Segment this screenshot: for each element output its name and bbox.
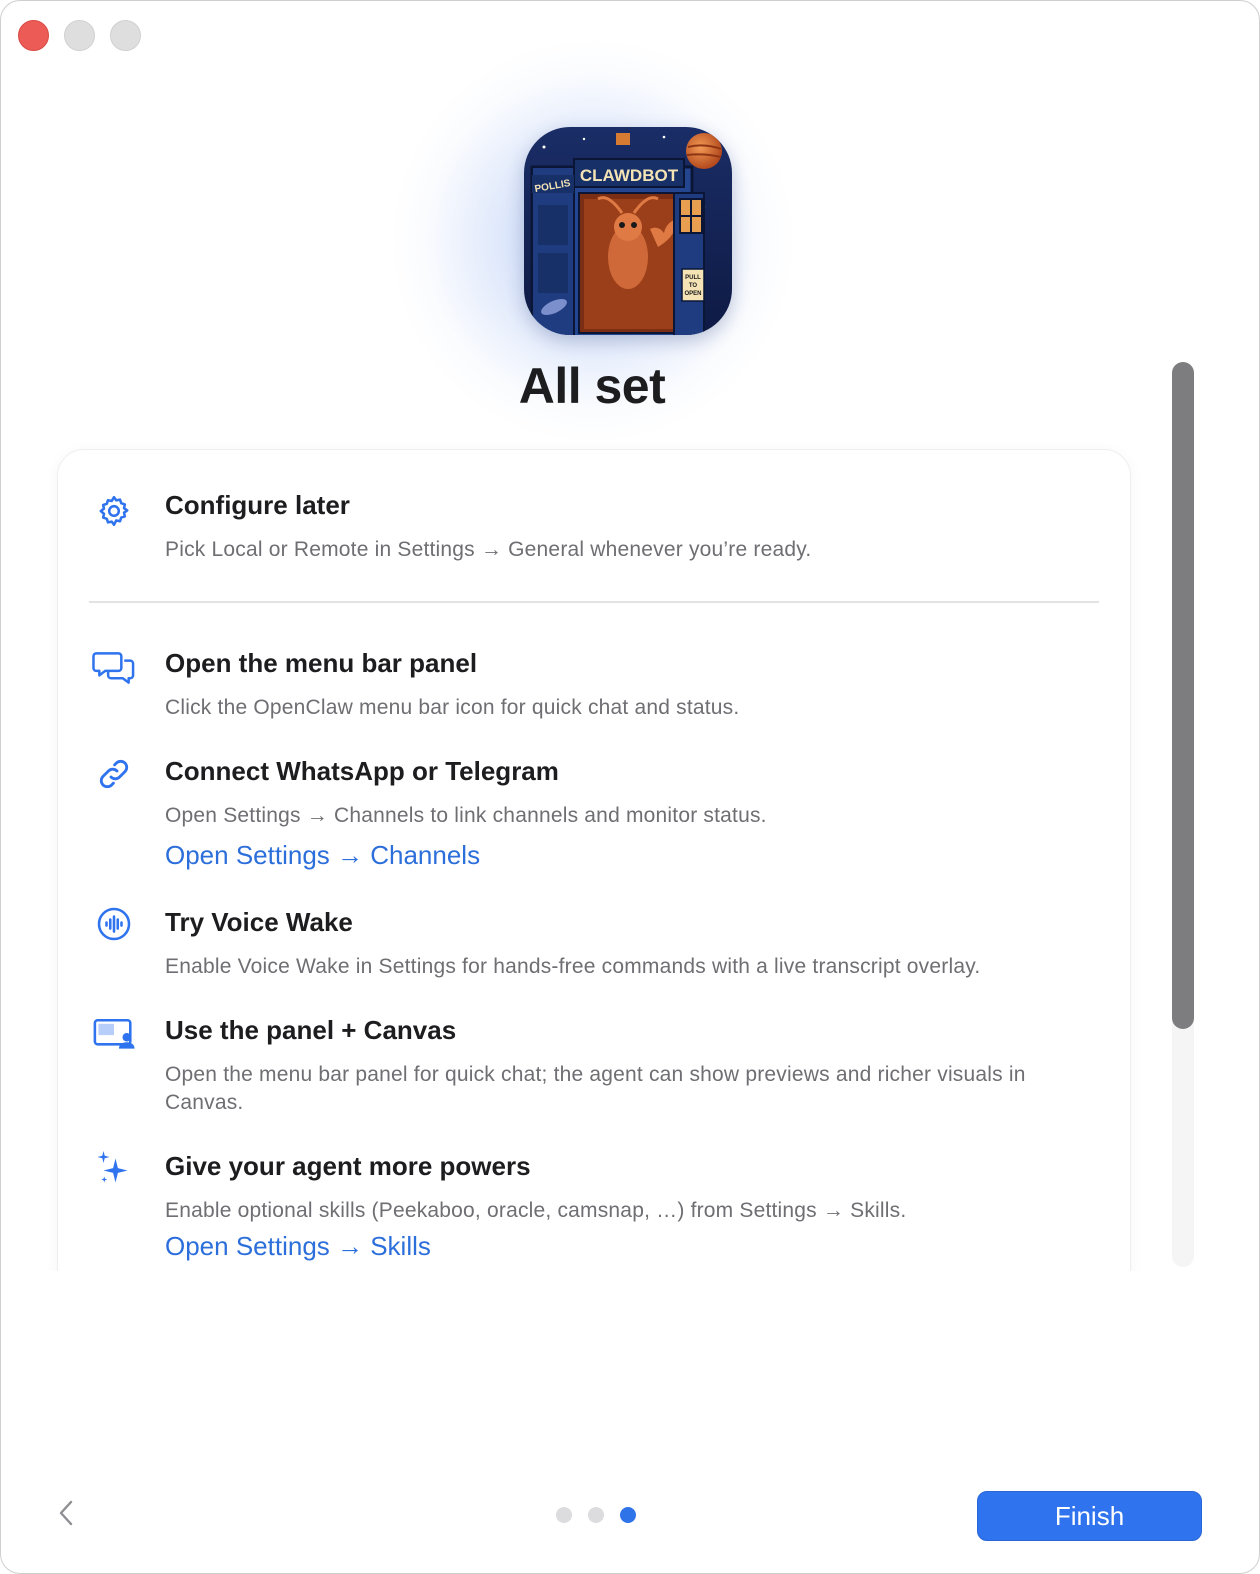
item-description: Enable optional skills (Peekaboo, oracle…	[165, 1199, 907, 1222]
waveform-icon	[92, 902, 136, 946]
page-dot-2[interactable]	[588, 1507, 604, 1523]
page-indicator	[556, 1507, 646, 1525]
finish-button[interactable]: Finish	[977, 1491, 1202, 1541]
svg-text:CLAWDBOT: CLAWDBOT	[580, 166, 679, 185]
svg-text:OPEN: OPEN	[684, 291, 701, 297]
open-channels-settings-link[interactable]: Open Settings → Channels	[165, 840, 480, 871]
item-description: Open Settings → Channels to link channel…	[165, 804, 767, 827]
open-skills-settings-link[interactable]: Open Settings → Skills	[165, 1231, 431, 1262]
item-heading: Open the menu bar panel	[165, 648, 478, 678]
zoom-window-button[interactable]	[110, 20, 141, 51]
gear-icon	[92, 489, 136, 533]
item-heading: Connect WhatsApp or Telegram	[165, 756, 559, 786]
onboarding-window: CLAWDBOT POLLIS PULL TO OPEN All set Con…	[0, 0, 1260, 1574]
chevron-left-icon	[58, 1499, 74, 1532]
item-heading: Configure later	[165, 490, 350, 520]
clawdbot-app-icon: CLAWDBOT POLLIS PULL TO OPEN	[524, 127, 732, 335]
item-heading: Give your agent more powers	[165, 1151, 531, 1181]
item-description: Click the OpenClaw menu bar icon for qui…	[165, 696, 740, 719]
item-description: Enable Voice Wake in Settings for hands-…	[165, 955, 981, 978]
link-icon	[92, 752, 136, 796]
svg-text:TO: TO	[689, 283, 698, 289]
close-window-button[interactable]	[18, 20, 49, 51]
page-dot-3[interactable]	[620, 1507, 636, 1523]
scrollbar-thumb[interactable]	[1172, 362, 1194, 1029]
chat-bubbles-icon	[92, 646, 136, 690]
next-steps-card: Configure later Pick Local or Remote in …	[58, 450, 1130, 1310]
sparkles-icon	[92, 1147, 136, 1191]
svg-text:PULL: PULL	[685, 275, 701, 281]
minimize-window-button[interactable]	[64, 20, 95, 51]
item-description: Open the menu bar panel for quick chat; …	[165, 1063, 1026, 1114]
scroll-viewport-edge	[1, 1271, 1151, 1331]
divider	[89, 601, 1099, 603]
page-dot-1[interactable]	[556, 1507, 572, 1523]
back-button[interactable]	[51, 1498, 81, 1532]
canvas-icon	[92, 1011, 136, 1055]
item-heading: Use the panel + Canvas	[165, 1015, 457, 1045]
item-heading: Try Voice Wake	[165, 907, 353, 937]
page-title: All set	[518, 358, 666, 414]
item-description: Pick Local or Remote in Settings → Gener…	[165, 538, 812, 561]
